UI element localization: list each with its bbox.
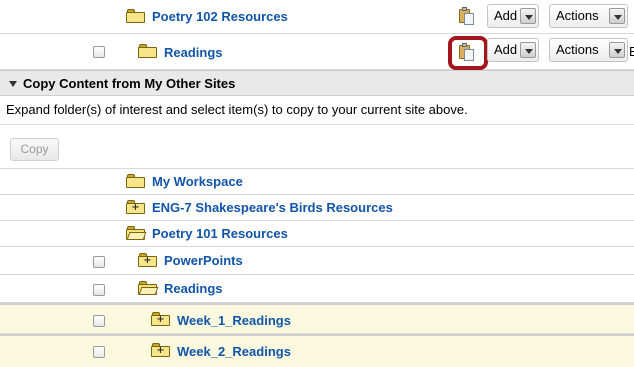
row-checkbox[interactable]: [93, 46, 105, 58]
row-checkbox[interactable]: [93, 346, 105, 358]
folder-link-poetry-102[interactable]: Poetry 102 Resources: [152, 9, 288, 24]
tree-link-week-2[interactable]: Week_2_Readings: [177, 344, 291, 359]
actions-button[interactable]: Actions: [549, 38, 628, 62]
triangle-down-icon[interactable]: [9, 81, 17, 87]
tree-row: + Week_1_Readings: [0, 303, 634, 334]
folder-open-icon[interactable]: [126, 226, 147, 240]
instructions-text: Expand folder(s) of interest and select …: [6, 102, 468, 117]
tree-row: Readings: [0, 275, 634, 303]
tree-row: + Week_2_Readings: [0, 334, 634, 367]
copy-button[interactable]: Copy: [10, 138, 59, 161]
folder-open-icon[interactable]: [138, 281, 159, 295]
tree-row: Poetry 101 Resources: [0, 221, 634, 247]
row-checkbox[interactable]: [93, 256, 105, 268]
tree-link-powerpoints[interactable]: PowerPoints: [164, 253, 243, 268]
actions-button[interactable]: Actions: [549, 4, 628, 28]
tree-link-eng7[interactable]: ENG-7 Shakespeare's Birds Resources: [152, 200, 393, 215]
tree-link-week-1[interactable]: Week_1_Readings: [177, 313, 291, 328]
tree-link-poetry-101[interactable]: Poetry 101 Resources: [152, 226, 288, 241]
row-checkbox[interactable]: [93, 284, 105, 296]
folder-expand-icon[interactable]: +: [151, 343, 170, 357]
chevron-down-icon: [520, 8, 536, 24]
chevron-down-icon: [609, 42, 625, 58]
paste-icon[interactable]: [459, 7, 475, 25]
folder-icon: [126, 9, 145, 23]
tree-link-my-workspace[interactable]: My Workspace: [152, 174, 243, 189]
chevron-down-icon: [609, 8, 625, 24]
chevron-down-icon: [520, 42, 536, 58]
section-title: Copy Content from My Other Sites: [23, 76, 236, 91]
folder-expand-icon[interactable]: +: [138, 253, 157, 267]
row-checkbox[interactable]: [93, 315, 105, 327]
folder-icon[interactable]: [126, 174, 145, 188]
folder-expand-icon[interactable]: +: [151, 312, 170, 326]
table-row: Readings Add Actions E: [0, 34, 634, 70]
tree-row: + ENG-7 Shakespeare's Birds Resources: [0, 195, 634, 221]
add-button[interactable]: Add: [487, 38, 539, 62]
divider: [0, 124, 634, 125]
cut-off-button-text: E: [629, 44, 634, 59]
paste-icon[interactable]: [459, 43, 475, 61]
copy-section-header[interactable]: Copy Content from My Other Sites: [0, 70, 634, 96]
table-row: Poetry 102 Resources Add Actions: [0, 0, 634, 34]
folder-icon: [138, 44, 157, 58]
tree-row: My Workspace: [0, 169, 634, 195]
tree-row: + PowerPoints: [0, 247, 634, 275]
add-button[interactable]: Add: [487, 4, 539, 28]
folder-expand-icon[interactable]: +: [126, 200, 145, 214]
folder-link-readings[interactable]: Readings: [164, 45, 223, 60]
tree-link-readings[interactable]: Readings: [164, 281, 223, 296]
